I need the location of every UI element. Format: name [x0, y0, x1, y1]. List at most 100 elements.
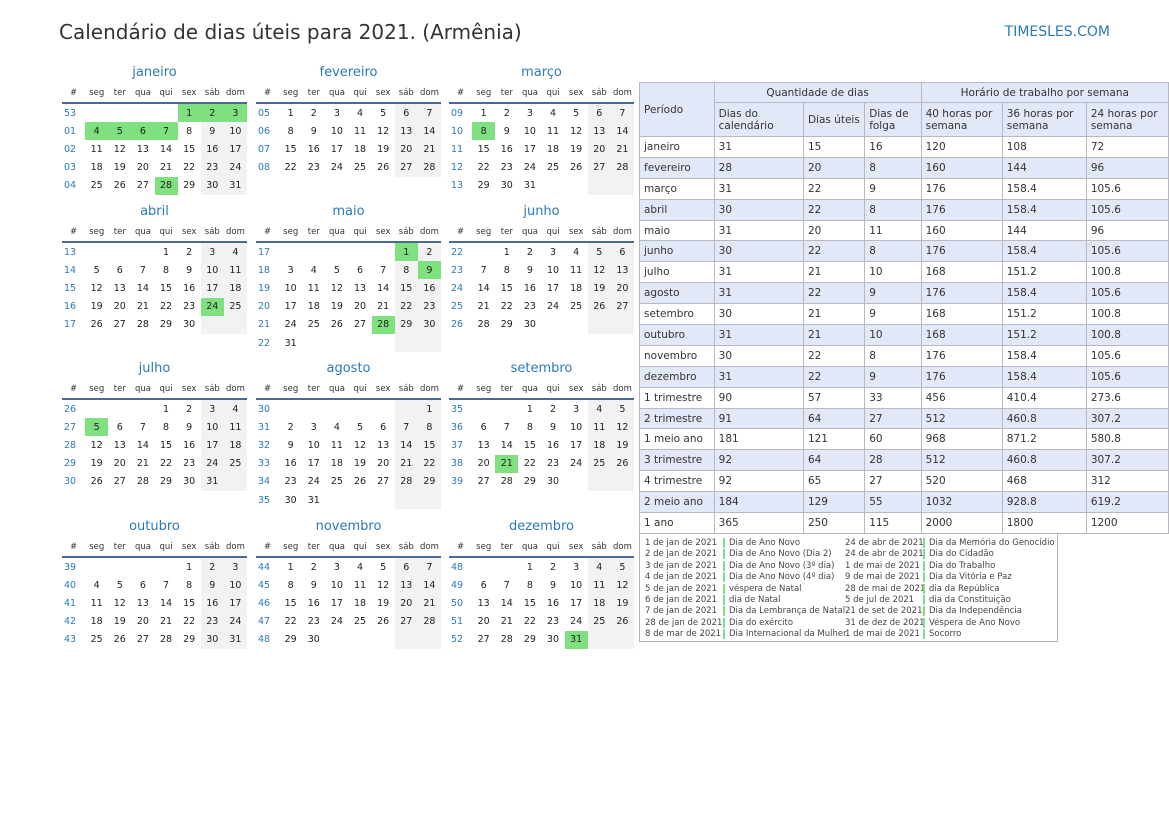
summary-row: 2 meio ano 184 129 55 1032 928.8 619.2	[639, 491, 1169, 514]
weekday-header: qui	[154, 538, 178, 558]
day-cell: 4	[573, 246, 580, 258]
weekday-header: dom	[610, 538, 634, 558]
value-cell: 460.8	[1001, 449, 1087, 472]
weekday-header: ter	[302, 223, 326, 243]
day-cell: 10	[523, 125, 536, 137]
value-cell: 105.6	[1085, 282, 1169, 305]
day-cell: 25	[307, 319, 320, 331]
day-cell	[472, 242, 495, 261]
day-cell: 23	[417, 297, 441, 316]
summary-row: 1 trimestre 90 57 33 456 410.4 273.6	[639, 386, 1169, 409]
day-cell: 4	[587, 557, 611, 577]
week-row: 07 15 16 17 18 19 20 21	[256, 140, 441, 159]
day-cell: 28	[371, 315, 395, 334]
day-cell: 9	[200, 122, 224, 141]
day-cell: 7	[417, 103, 441, 123]
day-cell: 15	[477, 143, 490, 155]
month-name: março	[521, 65, 562, 80]
day-cell: 17	[330, 143, 343, 155]
value-cell: 121	[802, 428, 866, 451]
value-cell: 108	[1001, 136, 1087, 158]
value-cell: 307.2	[1085, 449, 1169, 472]
week-number: 49	[451, 579, 464, 591]
summary-row: 4 trimestre 92 65 27 520 468 312	[639, 470, 1169, 493]
day-cell: 29	[394, 315, 418, 334]
holiday-item: 1 de mai de 2021 Socorro	[845, 629, 961, 640]
month-grid: # seg ter qua qui sex sáb dom 22 1 2 3 4 5 6 23 7 8 9 10 11 1…	[449, 223, 634, 334]
day-cell: 14	[610, 122, 634, 141]
week-number: 13	[64, 246, 77, 258]
day-cell: 13	[377, 439, 390, 451]
day-cell: 14	[500, 597, 513, 609]
weekday-header: seg	[279, 223, 303, 243]
day-cell: 22	[477, 162, 490, 174]
day-cell: 18	[223, 436, 247, 455]
week-row: 16 19 20 21 22 23 24 25	[62, 297, 247, 316]
holiday-item: 8 de mar de 2021 Dia Internacional da Mul…	[645, 629, 847, 640]
month-name: agosto	[326, 361, 371, 376]
day-cell: 1	[287, 561, 294, 573]
day-cell: 19	[587, 279, 611, 298]
week-number: 09	[451, 107, 464, 119]
day-cell: 30	[200, 630, 224, 649]
day-cell: 16	[200, 594, 224, 613]
holiday-date: 21 de set de 2021	[845, 606, 923, 617]
holiday-date: 9 de mai de 2021	[845, 572, 920, 583]
week-row: 35 30 31	[256, 490, 441, 510]
weekday-header: qui	[541, 380, 565, 400]
day-cell	[325, 334, 348, 352]
value-cell: 16	[864, 136, 922, 158]
day-cell	[325, 631, 348, 649]
day-cell: 8	[472, 122, 496, 141]
weekday-header: qui	[348, 380, 372, 400]
holiday-item: 5 de jul de 2021 dia da Constituição	[845, 595, 1011, 605]
month-name: setembro	[510, 361, 573, 376]
day-cell: 7	[417, 557, 441, 577]
day-cell: 29	[160, 476, 173, 488]
day-cell: 27	[113, 476, 126, 488]
month-name: abril	[140, 204, 169, 219]
week-number: 06	[258, 125, 271, 137]
week-row: 22 31	[256, 333, 441, 353]
day-cell: 22	[523, 458, 536, 470]
day-cell: 16	[523, 282, 536, 294]
day-cell: 9	[417, 261, 441, 280]
day-cell: 20	[136, 616, 149, 628]
day-cell	[108, 103, 131, 122]
day-cell: 5	[380, 107, 387, 119]
value-cell: 158.4	[1001, 365, 1087, 388]
day-cell: 30	[500, 180, 513, 192]
day-cell: 20	[377, 458, 390, 470]
day-cell: 7	[163, 579, 170, 591]
value-cell: 160	[920, 219, 1003, 242]
day-cell: 7	[480, 264, 487, 276]
day-cell: 5	[610, 557, 634, 577]
value-cell: 8	[864, 240, 922, 263]
week-number: 44	[258, 561, 271, 573]
week-row: 15 12 13 14 15 16 17 18	[62, 279, 247, 298]
day-cell: 13	[113, 439, 126, 451]
day-cell: 5	[357, 421, 364, 433]
value-cell: 92	[713, 449, 804, 472]
holiday-item: 5 de jan de 2021 véspera de Natal	[645, 583, 802, 594]
holiday-name: Dia da Independência	[923, 606, 1022, 617]
value-cell: 158.4	[1001, 344, 1087, 367]
value-cell: 105.6	[1085, 344, 1169, 367]
day-cell: 19	[377, 143, 390, 155]
day-cell: 23	[284, 476, 297, 488]
day-cell: 29	[477, 180, 490, 192]
day-cell: 4	[85, 122, 109, 141]
holiday-item: 28 de mai de 2021 dia da República	[845, 583, 1000, 594]
day-cell: 28	[136, 476, 149, 488]
holiday-name: Dia Internacional da Mulher	[723, 629, 847, 640]
day-cell: 6	[116, 264, 123, 276]
day-cell: 27	[477, 634, 490, 646]
week-row: 09 1 2 3 4 5 6 7	[449, 103, 634, 123]
day-cell: 31	[200, 472, 224, 491]
day-cell: 25	[354, 162, 367, 174]
day-cell	[155, 557, 178, 576]
week-row: 43 25 26 27 28 29 30 31	[62, 630, 247, 649]
day-cell: 24	[330, 162, 343, 174]
brand-link[interactable]: TIMESLES.COM	[1005, 24, 1110, 40]
day-cell	[302, 242, 325, 261]
